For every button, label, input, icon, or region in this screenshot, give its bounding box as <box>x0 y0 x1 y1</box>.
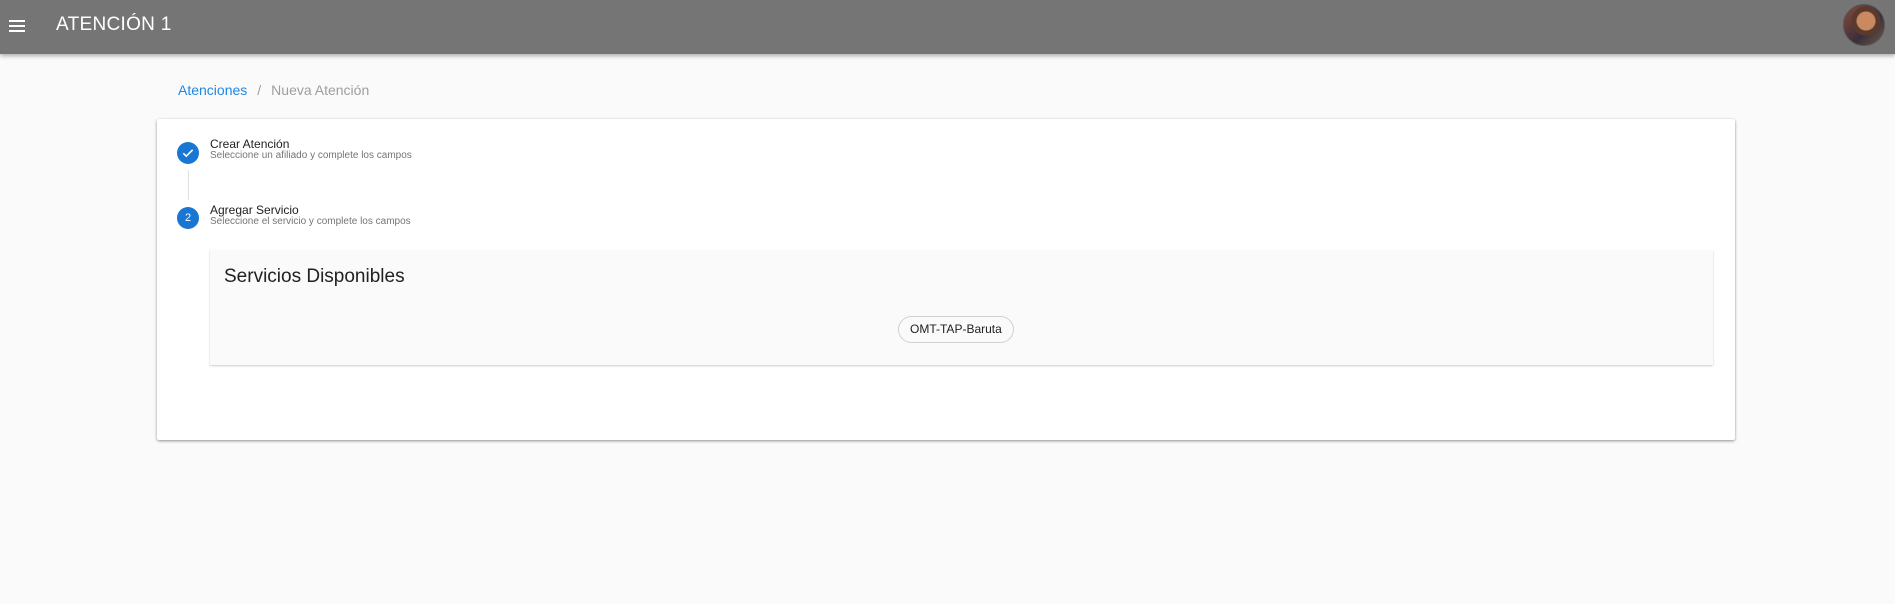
service-chip[interactable]: OMT-TAP-Baruta <box>898 316 1014 343</box>
app-toolbar: ATENCIÓN 1 <box>0 0 1895 54</box>
step-1-title[interactable]: Crear Atención <box>210 137 289 151</box>
step-completed-indicator[interactable] <box>177 142 199 164</box>
breadcrumb-current: Nueva Atención <box>271 82 370 98</box>
avatar[interactable] <box>1843 4 1885 46</box>
breadcrumb: Atenciones / Nueva Atención <box>178 82 369 98</box>
breadcrumb-separator: / <box>257 82 262 98</box>
step-connector <box>188 170 189 200</box>
step-2-indicator[interactable]: 2 <box>177 207 199 229</box>
step-2-subtitle: Seleccione el servicio y complete los ca… <box>210 216 411 227</box>
services-panel: Servicios Disponibles OMT-TAP-Baruta <box>210 250 1713 365</box>
step-1-subtitle: Seleccione un afiliado y complete los ca… <box>210 150 412 161</box>
step-2-title[interactable]: Agregar Servicio <box>210 203 299 217</box>
stepper-card: Crear Atención Seleccione un afiliado y … <box>157 119 1735 440</box>
breadcrumb-atenciones-link[interactable]: Atenciones <box>178 82 247 98</box>
page-title: ATENCIÓN 1 <box>56 14 172 35</box>
check-icon <box>182 149 194 158</box>
menu-icon[interactable] <box>6 14 28 36</box>
services-title: Servicios Disponibles <box>224 266 405 287</box>
